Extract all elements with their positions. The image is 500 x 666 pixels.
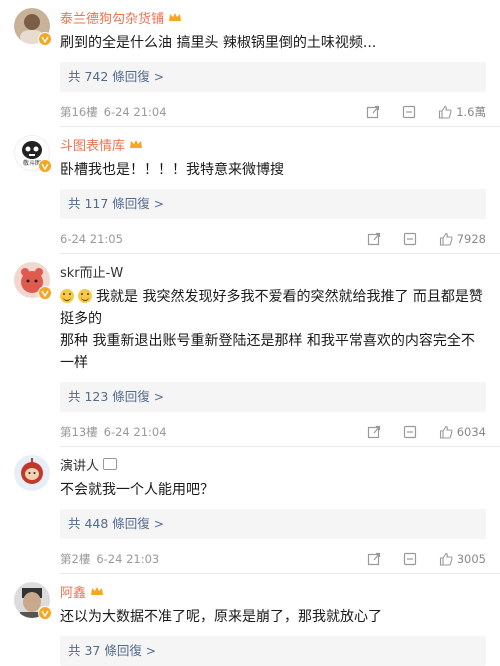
- floor-label: 第16樓: [60, 105, 98, 119]
- like-button[interactable]: 7928: [439, 232, 486, 246]
- replies-count: 共 742 條回復: [68, 69, 150, 84]
- comment-item: 演讲人 不会就我一个人能用吧？ 共 448 條回復 > 第2樓 6-24 21:0…: [0, 447, 500, 573]
- share-button[interactable]: [367, 552, 381, 566]
- like-button[interactable]: 6034: [439, 425, 486, 439]
- replies-link[interactable]: 共 117 條回復 >: [60, 189, 486, 219]
- like-count: 1.6萬: [456, 105, 486, 119]
- comment-button[interactable]: [403, 552, 417, 566]
- avatar[interactable]: [14, 262, 52, 300]
- comment-text-line: 那种 我重新退出账号重新登陆还是那样 和我平常喜欢的内容完全不一样: [60, 333, 475, 371]
- chevron-right-icon: >: [145, 644, 156, 658]
- replies-count: 共 37 條回復: [68, 643, 142, 658]
- like-button[interactable]: 3005: [439, 552, 486, 566]
- comment-item: skr而止-W 我就是 我突然发现好多我不爱看的突然就给我推了 而且都是赞挺多的…: [0, 254, 500, 446]
- timestamp: 6-24 21:05: [60, 232, 123, 246]
- replies-count: 共 448 條回復: [68, 516, 150, 531]
- comment-text: 不会就我一个人能用吧？: [60, 482, 214, 498]
- replies-count: 共 117 條回復: [68, 196, 150, 211]
- comment-button[interactable]: [402, 105, 416, 119]
- smile-emoji-icon: [78, 289, 92, 303]
- comment-icon: [403, 232, 416, 246]
- crown-icon: [91, 587, 104, 595]
- comment-item: 敬斗图 斗图表情库 卧槽我也是！！！！我特意来微博搜 共 117 條回復 > 6-…: [0, 127, 500, 253]
- share-icon: [367, 105, 380, 119]
- floor-label: 第13樓: [60, 425, 98, 439]
- share-button[interactable]: [366, 105, 380, 119]
- comment-button[interactable]: [403, 232, 417, 246]
- replies-count: 共 123 條回復: [68, 389, 150, 404]
- chevron-right-icon: >: [153, 197, 164, 211]
- share-button[interactable]: [367, 425, 381, 439]
- timestamp: 6-24 21:04: [103, 105, 167, 119]
- avatar[interactable]: 敬斗图: [14, 135, 52, 173]
- replies-link[interactable]: 共 37 條回復 >: [60, 636, 486, 666]
- username[interactable]: 阿鑫: [60, 582, 86, 601]
- comment-icon: [403, 425, 416, 439]
- share-button[interactable]: [367, 232, 381, 246]
- comment-item: 泰兰德狗勾杂货铺 刷到的全是什么油 搞里头 辣椒锅里倒的土味视频... 共 74…: [0, 0, 500, 126]
- replies-link[interactable]: 共 123 條回復 >: [60, 382, 486, 412]
- thumbs-up-icon: [439, 232, 453, 246]
- replies-link[interactable]: 共 742 條回復 >: [60, 62, 486, 92]
- comment-text: 刷到的全是什么油 搞里头 辣椒锅里倒的土味视频...: [60, 35, 377, 51]
- thumbs-up-icon: [439, 105, 452, 119]
- id-card-icon: [103, 458, 118, 470]
- smile-emoji-icon: [60, 289, 74, 303]
- comment-text: 我就是 我突然发现好多我不爱看的突然就给我推了 而且都是赞挺多的 那种 我重新退…: [60, 286, 486, 374]
- timestamp: 6-24 21:03: [96, 552, 160, 566]
- chevron-right-icon: >: [153, 70, 164, 84]
- chevron-right-icon: >: [153, 390, 164, 404]
- comment-button[interactable]: [403, 425, 417, 439]
- floor-label: 第2樓: [60, 552, 91, 566]
- verified-icon: [38, 606, 52, 620]
- replies-link[interactable]: 共 448 條回復 >: [60, 509, 486, 539]
- username[interactable]: 斗图表情库: [60, 135, 125, 154]
- share-icon: [367, 425, 380, 439]
- username[interactable]: skr而止-W: [60, 262, 123, 281]
- thumbs-up-icon: [439, 552, 453, 566]
- username[interactable]: 泰兰德狗勾杂货铺: [60, 8, 164, 27]
- share-icon: [367, 232, 380, 246]
- comment-text: 卧槽我也是！！！！我特意来微博搜: [60, 162, 284, 178]
- crown-icon: [169, 13, 182, 21]
- comment-icon: [403, 552, 416, 566]
- comment-item: 阿鑫 还以为大数据不准了呢，原来是崩了，那我就放心了 共 37 條回復 >: [0, 574, 500, 666]
- avatar[interactable]: [14, 582, 52, 620]
- share-icon: [367, 552, 380, 566]
- crown-icon: [130, 140, 143, 148]
- like-count: 7928: [456, 232, 486, 246]
- verified-icon: [38, 159, 52, 173]
- avatar[interactable]: [14, 455, 50, 491]
- avatar[interactable]: [14, 8, 52, 46]
- verified-icon: [38, 32, 52, 46]
- like-count: 6034: [456, 425, 486, 439]
- comment-text-line: 我就是 我突然发现好多我不爱看的突然就给我推了 而且都是赞挺多的: [60, 289, 483, 327]
- chevron-right-icon: >: [153, 517, 164, 531]
- like-count: 3005: [456, 552, 486, 566]
- comment-icon: [403, 105, 416, 119]
- username[interactable]: 演讲人: [60, 455, 99, 474]
- timestamp: 6-24 21:04: [103, 425, 167, 439]
- verified-icon: [38, 286, 52, 300]
- like-button[interactable]: 1.6萬: [438, 104, 486, 120]
- thumbs-up-icon: [439, 425, 453, 439]
- comment-text: 还以为大数据不准了呢，原来是崩了，那我就放心了: [60, 609, 382, 625]
